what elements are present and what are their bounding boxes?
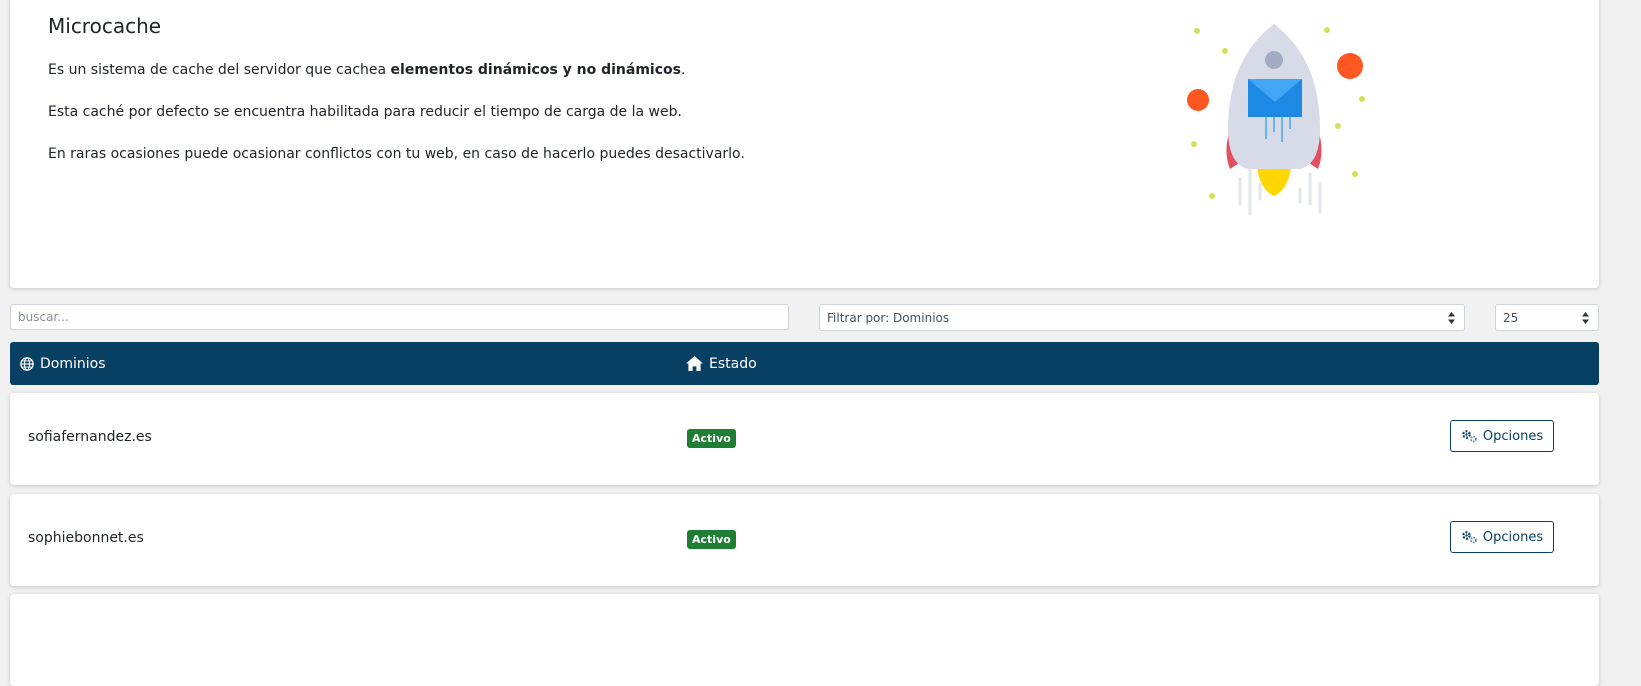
globe-icon: [20, 356, 34, 371]
microcache-info-card: Microcache Es un sistema de cache del se…: [10, 0, 1599, 288]
page-size-value: 25: [1503, 310, 1519, 325]
row-domain: sophiebonnet.es: [28, 530, 144, 546]
status-badge: Activo: [687, 530, 736, 549]
page-title: Microcache: [48, 14, 162, 38]
table-row: sofiafernandez.es Activo Opciones: [10, 393, 1599, 485]
options-button-label: Opciones: [1482, 529, 1544, 545]
info-line-1: Es un sistema de cache del servidor que …: [48, 62, 686, 78]
column-header-label: Dominios: [40, 355, 106, 372]
rocket-illustration: [1187, 24, 1365, 216]
options-button[interactable]: Opciones: [1450, 521, 1554, 553]
status-badge: Activo: [687, 429, 736, 448]
info-line-2: Esta caché por defecto se encuentra habi…: [48, 104, 682, 120]
filter-select-value: Filtrar por: Dominios: [827, 310, 950, 325]
column-header-status[interactable]: Estado: [686, 342, 757, 385]
table-row: [10, 594, 1599, 686]
row-domain: sofiafernandez.es: [28, 429, 152, 445]
filter-select[interactable]: Filtrar por: Dominios: [819, 304, 1465, 331]
select-arrows-icon: [1582, 312, 1589, 324]
column-header-domains[interactable]: Dominios: [20, 342, 106, 385]
options-button[interactable]: Opciones: [1450, 420, 1554, 452]
table-row: sophiebonnet.es Activo Opciones: [10, 494, 1599, 586]
column-header-label: Estado: [709, 355, 757, 372]
info-line-1-bold: elementos dinámicos y no dinámicos: [390, 62, 681, 78]
home-icon: [686, 356, 703, 371]
page-size-select[interactable]: 25: [1495, 304, 1599, 331]
table-header: Dominios Estado: [10, 342, 1599, 385]
gears-icon: [1462, 531, 1477, 544]
search-input[interactable]: [10, 304, 789, 330]
select-arrows-icon: [1448, 312, 1455, 324]
gears-icon: [1462, 430, 1477, 443]
options-button-label: Opciones: [1482, 428, 1544, 444]
info-line-3: En raras ocasiones puede ocasionar confl…: [48, 146, 745, 162]
